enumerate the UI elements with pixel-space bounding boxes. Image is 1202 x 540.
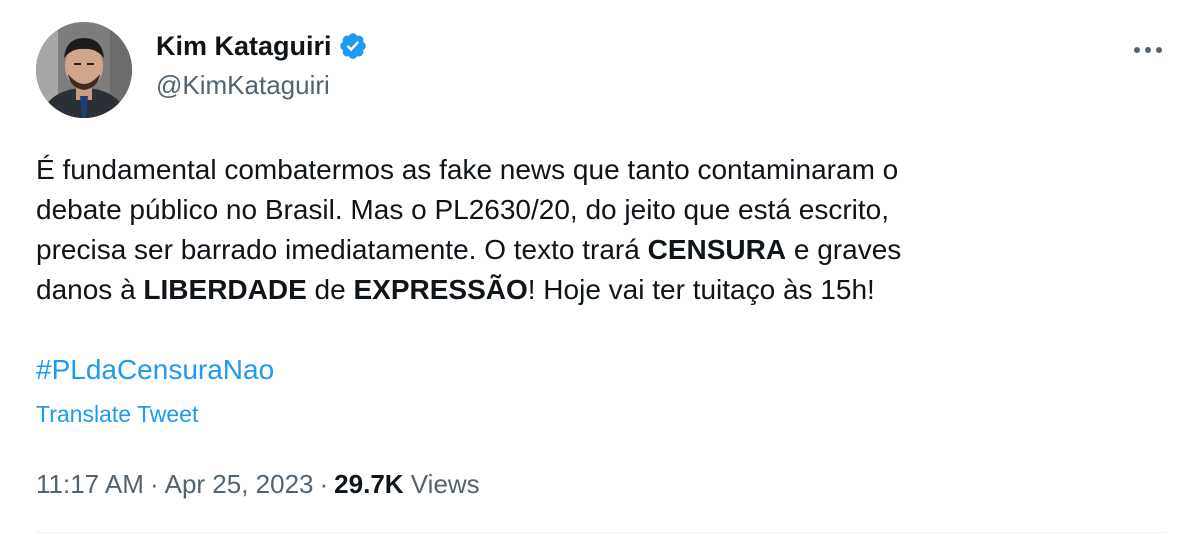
- tweet-text-segment: debate público no Brasil. Mas o PL2630/2…: [36, 194, 889, 225]
- tweet-text-line: precisa ser barrado imediatamente. O tex…: [36, 230, 1156, 270]
- tweet-text-bold: EXPRESSÃO: [353, 274, 528, 305]
- more-options-button[interactable]: [1128, 32, 1168, 68]
- tweet-text-bold: CENSURA: [647, 234, 787, 265]
- tweet-text-line: danos à LIBERDADE de EXPRESSÃO! Hoje vai…: [36, 270, 1156, 310]
- translate-tweet-link[interactable]: Translate Tweet: [36, 398, 198, 430]
- verified-badge-icon[interactable]: [338, 31, 368, 61]
- author-handle[interactable]: @KimKataguiri: [156, 70, 368, 101]
- tweet-date[interactable]: Apr 25, 2023: [165, 469, 314, 499]
- views-count: 29.7K: [334, 469, 404, 499]
- author-block: Kim Kataguiri @KimKataguiri: [156, 26, 368, 101]
- tweet-text-segment: É fundamental combatermos as fake news q…: [36, 154, 899, 185]
- tweet-text: É fundamental combatermos as fake news q…: [36, 150, 1156, 310]
- meta-separator: ·: [319, 469, 329, 499]
- tweet-text-segment: e graves: [786, 234, 902, 265]
- tweet-text-line: debate público no Brasil. Mas o PL2630/2…: [36, 190, 1156, 230]
- more-horizontal-icon: [1134, 47, 1162, 53]
- tweet-text-segment: de: [306, 274, 354, 305]
- hashtag-link[interactable]: #PLdaCensuraNao: [36, 350, 274, 390]
- divider: [36, 532, 1166, 533]
- tweet-metadata: 11:17 AM · Apr 25, 2023 · 29.7K Views: [36, 466, 480, 502]
- tweet-text-bold: LIBERDADE: [143, 274, 307, 305]
- tweet-text-segment: precisa ser barrado imediatamente. O tex…: [36, 234, 648, 265]
- tweet-text-segment: ! Hoje vai ter tuitaço às 15h!: [527, 274, 875, 305]
- author-display-name[interactable]: Kim Kataguiri: [156, 31, 332, 62]
- avatar-photo: [36, 22, 132, 118]
- views-label: Views: [410, 469, 480, 499]
- meta-separator: ·: [149, 469, 159, 499]
- tweet-text-line: É fundamental combatermos as fake news q…: [36, 150, 1156, 190]
- tweet-text-segment: danos à: [36, 274, 144, 305]
- tweet-card: Kim Kataguiri @KimKataguiri É fundamenta…: [0, 0, 1202, 540]
- tweet-time[interactable]: 11:17 AM: [36, 469, 144, 499]
- avatar[interactable]: [36, 22, 132, 118]
- author-name-row: Kim Kataguiri: [156, 26, 368, 66]
